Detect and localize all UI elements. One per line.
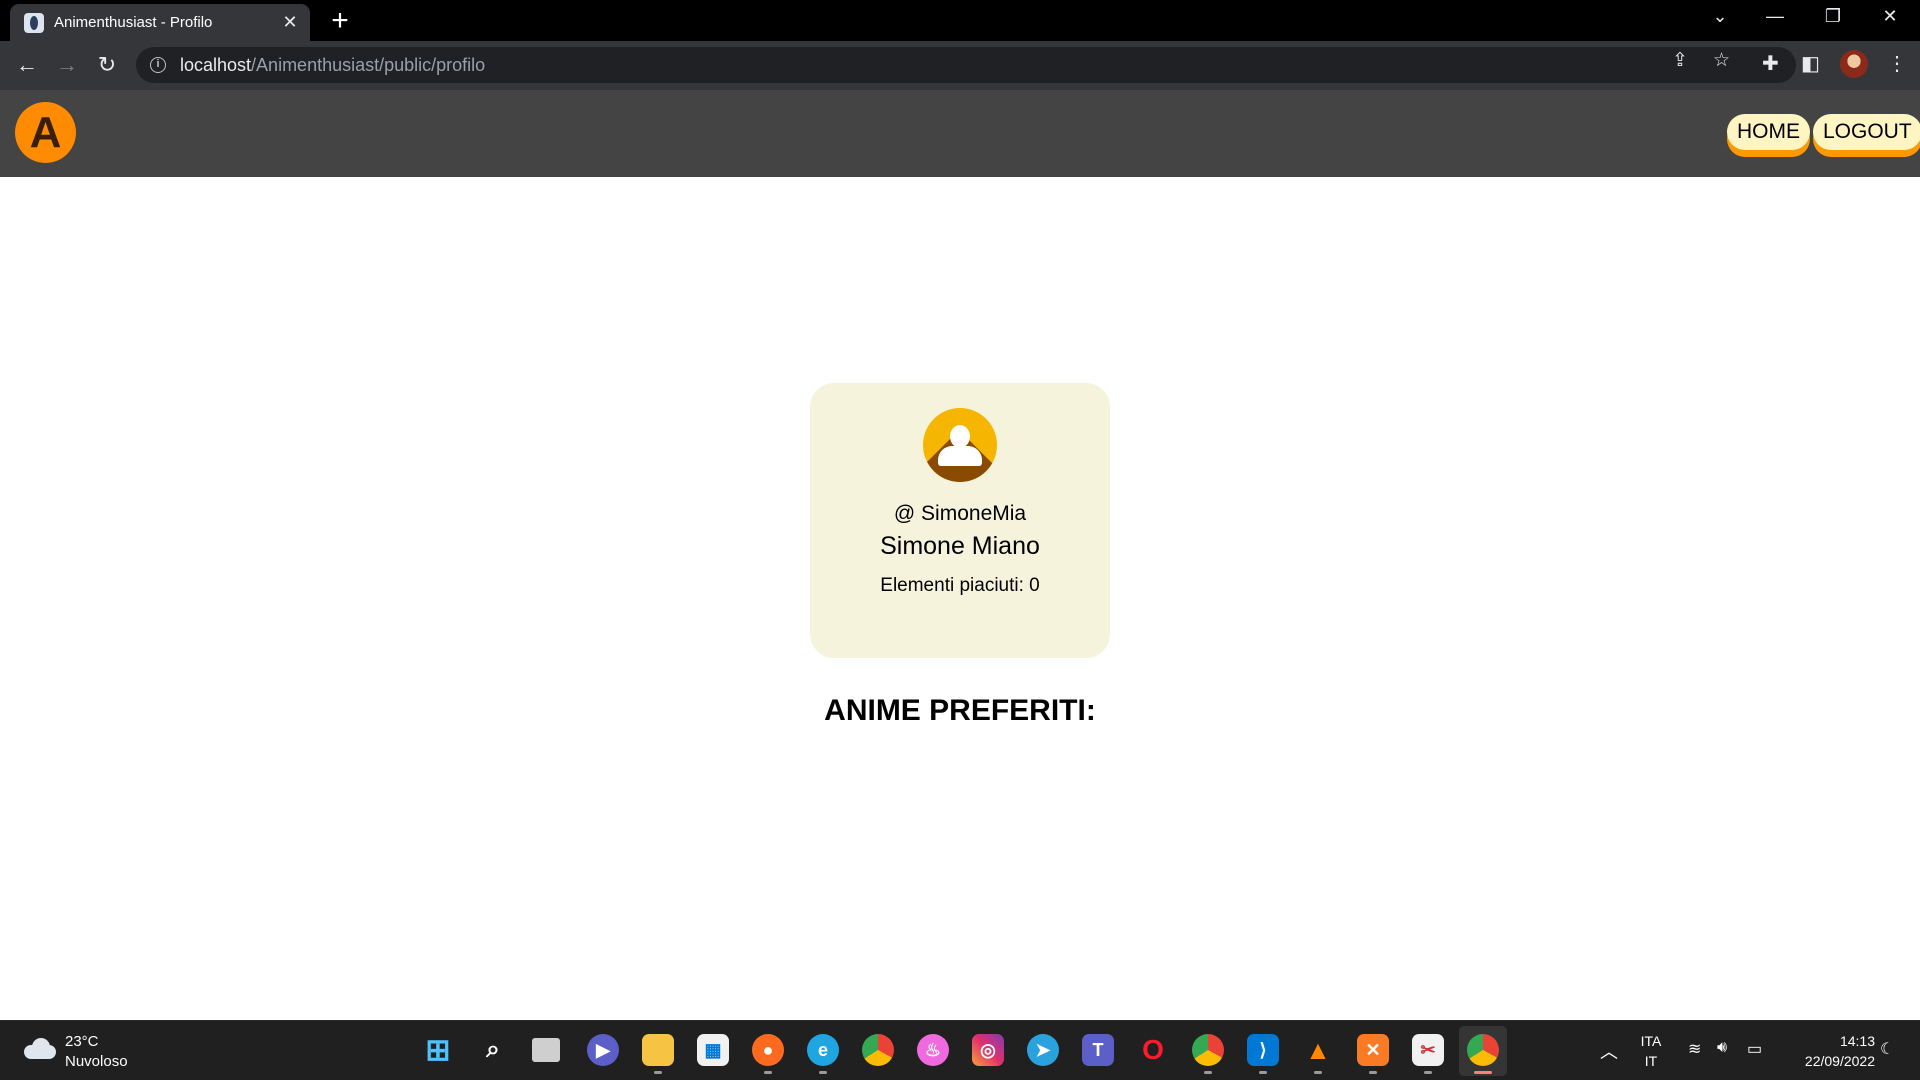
battery-icon[interactable]: ▭: [1747, 1039, 1762, 1059]
tray-overflow-icon[interactable]: ︿: [1600, 1038, 1618, 1064]
side-panel-icon[interactable]: ◧: [1801, 51, 1820, 76]
weather-temperature[interactable]: 23°C: [65, 1033, 99, 1050]
file-explorer-icon[interactable]: [642, 1034, 674, 1066]
browser-profile-avatar[interactable]: [1840, 50, 1868, 78]
chrome-icon[interactable]: [862, 1034, 894, 1066]
logout-button[interactable]: LOGOUT: [1813, 114, 1920, 150]
tab-title: Animenthusiast - Profilo: [54, 14, 213, 31]
edge-indicator: [819, 1071, 827, 1074]
site-favicon-icon: [24, 12, 44, 33]
browser-menu-icon[interactable]: ⋮: [1887, 51, 1907, 76]
language-primary[interactable]: ITA: [1636, 1033, 1666, 1049]
site-header: A HOME LOGOUT: [0, 90, 1920, 177]
start-icon[interactable]: ⊞: [422, 1034, 454, 1067]
profile-card: @ SimoneMia Simone Miano Elementi piaciu…: [810, 383, 1110, 658]
weather-description[interactable]: Nuvoloso: [65, 1053, 128, 1070]
profile-likes-count: Elementi piaciuti: 0: [880, 575, 1040, 596]
back-icon[interactable]: ←: [13, 51, 41, 79]
snipping-tool-indicator: [1424, 1071, 1432, 1074]
instagram-icon[interactable]: ◎: [972, 1034, 1004, 1066]
language-secondary[interactable]: IT: [1636, 1053, 1666, 1069]
url-text[interactable]: localhost/Animenthusiast/public/profilo: [180, 55, 485, 76]
opera-icon[interactable]: O: [1137, 1034, 1169, 1066]
minimize-icon[interactable]: —: [1755, 6, 1795, 27]
address-bar[interactable]: i localhost/Animenthusiast/public/profil…: [136, 47, 1796, 83]
site-logo[interactable]: A: [15, 102, 76, 163]
chrome-active-indicator: [1474, 1071, 1492, 1074]
xampp-icon[interactable]: ✕: [1357, 1034, 1389, 1066]
chrome-profile-indicator: [1204, 1071, 1212, 1074]
edge-icon[interactable]: e: [807, 1034, 839, 1066]
tab-search-icon[interactable]: ⌄: [1700, 6, 1740, 27]
focus-assist-icon[interactable]: ☾: [1880, 1039, 1894, 1059]
search-icon[interactable]: ⌕: [477, 1034, 509, 1066]
close-window-icon[interactable]: ✕: [1870, 6, 1910, 27]
new-tab-button[interactable]: +: [325, 6, 355, 36]
file-explorer-indicator: [654, 1071, 662, 1074]
snipping-tool-icon[interactable]: ✂: [1412, 1034, 1444, 1066]
vlc-icon[interactable]: ▲: [1302, 1034, 1334, 1066]
browser-tab[interactable]: Animenthusiast - Profilo ✕: [10, 4, 310, 41]
teams-icon[interactable]: T: [1082, 1034, 1114, 1066]
browser-tab-bar: Animenthusiast - Profilo ✕ + ⌄ — ❐ ✕: [0, 0, 1920, 41]
clock-date[interactable]: 22/09/2022: [1785, 1053, 1875, 1069]
chrome-active-icon[interactable]: [1467, 1034, 1499, 1066]
extensions-icon[interactable]: ✚: [1762, 51, 1779, 76]
reload-icon[interactable]: ↻: [93, 51, 121, 79]
home-button[interactable]: HOME: [1727, 114, 1810, 150]
chrome-profile-icon[interactable]: [1192, 1034, 1224, 1066]
vscode-icon[interactable]: ⟩: [1247, 1034, 1279, 1066]
tab-close-icon[interactable]: ✕: [278, 12, 302, 33]
vscode-indicator: [1259, 1071, 1267, 1074]
store-icon[interactable]: ▦: [697, 1034, 729, 1066]
volume-icon[interactable]: 🔊︎: [1717, 1039, 1727, 1057]
browser-toolbar: ← → ↻ i localhost/Animenthusiast/public/…: [0, 41, 1920, 90]
windows-taskbar: 23°C Nuvoloso ⊞ ⌕ ▶ ▦ ● e ♨ ◎ ➤ T O ⟩ ▲ …: [0, 1020, 1920, 1080]
user-avatar-icon: [923, 408, 997, 482]
clock-time[interactable]: 14:13: [1785, 1033, 1875, 1049]
tinder-icon[interactable]: ♨: [917, 1034, 949, 1066]
firefox-indicator: [764, 1071, 772, 1074]
share-icon[interactable]: ⇪: [1672, 49, 1688, 72]
task-view-icon[interactable]: [532, 1038, 560, 1062]
forward-icon[interactable]: →: [53, 51, 81, 79]
vlc-indicator: [1314, 1071, 1322, 1074]
site-info-icon[interactable]: i: [150, 57, 166, 73]
restore-icon[interactable]: ❐: [1813, 6, 1853, 27]
chat-icon[interactable]: ▶: [587, 1034, 619, 1066]
wifi-icon[interactable]: ≋: [1688, 1039, 1701, 1059]
profile-username: @ SimoneMia: [893, 502, 1027, 525]
firefox-icon[interactable]: ●: [752, 1034, 784, 1066]
telegram-icon[interactable]: ➤: [1027, 1034, 1059, 1066]
profile-full-name: Simone Miano: [880, 532, 1040, 560]
xampp-indicator: [1369, 1071, 1377, 1074]
bookmark-star-icon[interactable]: ☆: [1713, 49, 1730, 72]
weather-cloud-icon[interactable]: [24, 1037, 58, 1059]
favorites-section-title: ANIME PREFERITI:: [824, 694, 1096, 727]
